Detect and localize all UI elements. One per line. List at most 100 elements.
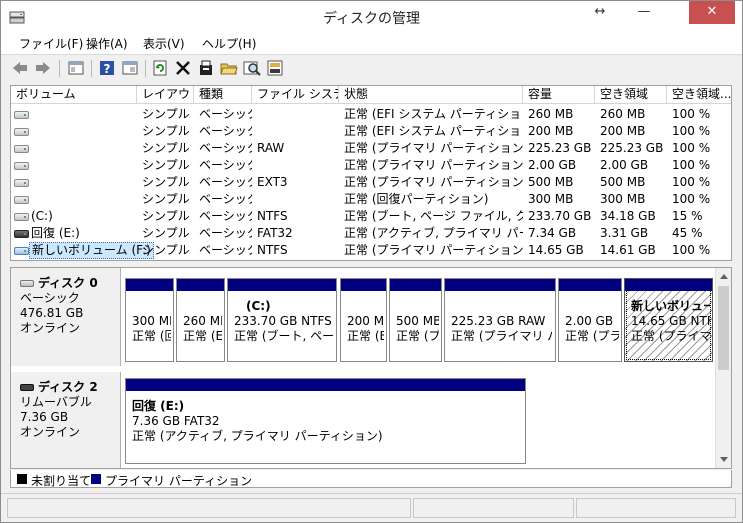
partition-block[interactable]: 300 MB正常 (回 (125, 278, 174, 362)
partition-block[interactable]: 225.23 GB RAW正常 (プライマリ パー (444, 278, 556, 362)
partition-block[interactable]: 200 MB正常 (E (340, 278, 387, 362)
cell-free-space: 500 MB (600, 175, 646, 189)
disk-0-row: ディスク 0 ベーシック 476.81 GB オンライン 300 MB正常 (回… (11, 268, 716, 366)
partition-color-bar (625, 279, 712, 291)
cell-layout: シンプル (142, 141, 190, 155)
partition-text: 200 MB正常 (E (347, 299, 384, 344)
menu-help[interactable]: ヘルプ(H) (202, 35, 256, 52)
disk-2-state: オンライン (20, 425, 81, 439)
volume-icon (14, 196, 29, 204)
search-icon[interactable] (243, 59, 261, 77)
cell-layout: シンプル (142, 192, 190, 206)
cell-layout: シンプル (142, 226, 190, 240)
settings-icon[interactable] (197, 59, 215, 77)
forward-arrow-icon[interactable] (34, 59, 52, 77)
partition-size: 200 MB (347, 314, 384, 328)
removable-disk-icon (20, 384, 34, 391)
cell-free-space: 300 MB (600, 192, 646, 206)
partition-color-bar (126, 279, 173, 291)
table-row[interactable]: シンプルベーシック 正常 (プライマリ パーティション) 2.00 GB 2.00 G… (11, 157, 731, 174)
column-header-free-percent[interactable]: 空き領域... (667, 86, 731, 104)
cell-free-percent: 100 % (672, 243, 711, 257)
column-header-filesystem[interactable]: ファイル システム (252, 86, 339, 104)
partition-text: 225.23 GB RAW正常 (プライマリ パー (451, 299, 553, 344)
partition-text: 260 MB正常 (E (183, 299, 222, 344)
cell-free-percent: 100 % (672, 124, 711, 138)
cell-type: ベーシック (199, 175, 252, 189)
delete-icon[interactable] (174, 59, 192, 77)
table-row[interactable]: 新しいボリューム (F:)シンプルベーシック NTFS 正常 (プライマリ パーティ… (11, 242, 731, 259)
cell-layout: シンプル (142, 175, 190, 189)
cell-volume: 新しいボリューム (F:) (29, 242, 154, 259)
table-row[interactable]: シンプルベーシック 正常 (EFI システム パーティション) 200 MB 200 … (11, 123, 731, 140)
disk-management-window: ディスクの管理 ↔ — ✕ ファイル(F) 操作(A) 表示(V) ヘルプ(H)… (0, 0, 743, 523)
minimize-button[interactable]: — (627, 1, 661, 24)
cell-filesystem: RAW (257, 141, 285, 155)
partition-color-bar (126, 379, 525, 391)
table-row[interactable]: (C:) シンプルベーシック NTFS 正常 (ブート, ページ ファイル, ク...… (11, 208, 731, 225)
table-row[interactable]: シンプルベーシック EXT3 正常 (プライマリ パーティション) 500 MB 500… (11, 174, 731, 191)
close-button[interactable]: ✕ (689, 1, 735, 24)
partition-size: 14.65 GB NTFS (631, 314, 710, 328)
removable-volume-icon (14, 230, 29, 238)
cell-free-percent: 100 % (672, 141, 711, 155)
table-row[interactable]: シンプルベーシック RAW 正常 (プライマリ パーティション) 225.23 GB 2… (11, 140, 731, 157)
toolbar: ? (1, 54, 742, 82)
cell-layout: シンプル (142, 158, 190, 172)
column-header-status[interactable]: 状態 (339, 86, 523, 104)
column-header-free-space[interactable]: 空き領域 (595, 86, 667, 104)
console-icon[interactable] (67, 59, 85, 77)
cell-status: 正常 (回復パーティション) (344, 192, 489, 206)
partition-size: 233.70 GB NTFS (234, 314, 332, 328)
partition-block[interactable]: 260 MB正常 (E (176, 278, 225, 362)
disk-0-info[interactable]: ディスク 0 ベーシック 476.81 GB オンライン (11, 268, 121, 366)
volume-icon (14, 145, 29, 153)
cell-type: ベーシック (199, 124, 252, 138)
resize-icon[interactable]: ↔ (583, 1, 617, 24)
column-header-type[interactable]: 種類 (194, 86, 252, 104)
column-header-capacity[interactable]: 容量 (523, 86, 595, 104)
refresh-icon[interactable] (151, 59, 169, 77)
cell-status: 正常 (アクティブ, プライマリ パーテ... (344, 226, 523, 240)
open-folder-icon[interactable] (220, 59, 238, 77)
scroll-down-icon[interactable] (720, 457, 728, 462)
table-row[interactable]: シンプルベーシック 正常 (EFI システム パーティション) 260 MB 260 … (11, 106, 731, 123)
legend-unallocated: 未割り当て (31, 474, 92, 488)
help-icon[interactable]: ? (98, 59, 116, 77)
scrollbar-thumb[interactable] (718, 286, 729, 370)
menu-file[interactable]: ファイル(F) (19, 35, 83, 52)
partition-label: (C:) (246, 299, 271, 313)
partition-block[interactable]: 500 MB EXT3正常 (プ (389, 278, 442, 362)
cell-type: ベーシック (199, 209, 252, 223)
partition-color-bar (445, 279, 555, 291)
cell-layout: シンプル (142, 209, 190, 223)
vertical-scrollbar[interactable] (715, 268, 731, 468)
partition-color-bar (559, 279, 621, 291)
partition-recovery-e[interactable]: 回復 (E:) 7.36 GB FAT32 正常 (アクティブ, プライマリ パ… (125, 378, 526, 464)
volume-icon (14, 128, 29, 136)
cell-free-space: 200 MB (600, 124, 646, 138)
back-arrow-icon[interactable] (11, 59, 29, 77)
column-header-layout[interactable]: レイアウト (137, 86, 194, 104)
partition-block[interactable]: 新しいボリューム14.65 GB NTFS正常 (プライマリ (624, 278, 713, 362)
partition-color-bar (228, 279, 336, 291)
partition-block[interactable]: 2.00 GB 正常 (プラ (558, 278, 622, 362)
cell-filesystem (252, 191, 339, 208)
table-row[interactable]: シンプルベーシック 正常 (回復パーティション) 300 MB 300 MB 100 % (11, 191, 731, 208)
partition-size: 2.00 GB (565, 314, 614, 328)
partition-status: 正常 (プ (396, 329, 439, 343)
partition-block[interactable]: (C:)233.70 GB NTFS正常 (ブート, ページ (227, 278, 337, 362)
volume-list[interactable]: ボリューム レイアウト 種類 ファイル システム 状態 容量 空き領域 空き領域… (10, 85, 732, 261)
disk-graphical-view[interactable]: ディスク 0 ベーシック 476.81 GB オンライン 300 MB正常 (回… (10, 267, 732, 469)
cell-capacity: 2.00 GB (528, 158, 577, 172)
partition-size: 300 MB (132, 314, 171, 328)
table-row[interactable]: 回復 (E:) シンプルベーシック FAT32 正常 (アクティブ, プライマリ パー… (11, 225, 731, 242)
properties-icon[interactable] (121, 59, 139, 77)
column-header-volume[interactable]: ボリューム (11, 86, 137, 104)
menu-action[interactable]: 操作(A) (86, 35, 128, 52)
menu-view[interactable]: 表示(V) (143, 35, 185, 52)
disk-properties-icon[interactable] (266, 59, 284, 77)
disk-2-info[interactable]: ディスク 2 リムーバブル 7.36 GB オンライン (11, 372, 121, 468)
cell-layout: シンプル (142, 107, 190, 121)
scroll-up-icon[interactable] (720, 274, 728, 279)
